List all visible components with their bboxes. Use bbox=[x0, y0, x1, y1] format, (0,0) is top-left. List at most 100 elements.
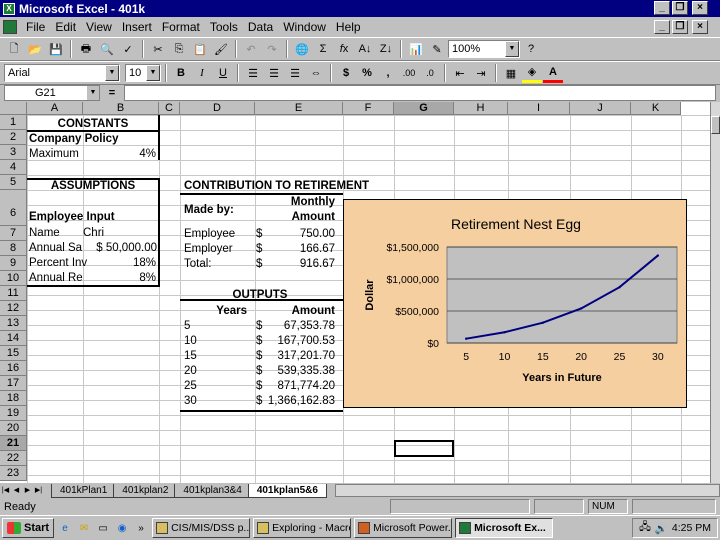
sheet-tab-4[interactable]: 401kplan5&6 bbox=[247, 483, 327, 498]
row-header-23[interactable]: 23 bbox=[0, 466, 27, 481]
formula-input[interactable] bbox=[124, 85, 716, 101]
internet-explorer-icon[interactable]: e bbox=[57, 520, 73, 536]
output-amount[interactable]: 871,774.20 bbox=[262, 379, 335, 393]
overflow-chevron-icon[interactable]: » bbox=[133, 520, 149, 536]
contrib-currency[interactable]: $ bbox=[256, 242, 262, 256]
desktop-icon[interactable]: ▭ bbox=[95, 520, 111, 536]
chevron-down-icon[interactable]: ▼ bbox=[105, 65, 119, 81]
contrib-label[interactable]: Employer bbox=[184, 242, 233, 256]
contrib-amount[interactable]: 750.00 bbox=[270, 227, 335, 241]
chevron-down-icon[interactable]: ▼ bbox=[87, 86, 99, 100]
start-button[interactable]: Start bbox=[2, 518, 55, 538]
contrib-currency[interactable]: $ bbox=[256, 227, 262, 241]
menu-window[interactable]: Window bbox=[278, 20, 331, 34]
cut-icon[interactable]: ✂ bbox=[148, 39, 168, 59]
function-icon[interactable]: fx bbox=[334, 39, 354, 59]
retirement-chart[interactable]: Retirement Nest Egg $0 $500,000 $1,000,000 $… bbox=[343, 199, 687, 408]
taskbar-button-cis[interactable]: CIS/MIS/DSS p... bbox=[152, 518, 251, 538]
row-header-8[interactable]: 8 bbox=[0, 241, 27, 256]
years-header[interactable]: Years bbox=[180, 304, 247, 318]
name-value[interactable]: Chri bbox=[83, 226, 104, 240]
column-header-i[interactable]: I bbox=[508, 102, 570, 115]
row-header-1[interactable]: 1 bbox=[0, 115, 27, 130]
row-header-12[interactable]: 12 bbox=[0, 301, 27, 316]
output-years[interactable]: 5 bbox=[184, 319, 190, 333]
align-left-icon[interactable]: ☰ bbox=[243, 63, 263, 83]
print-preview-icon[interactable]: 🔍 bbox=[97, 39, 117, 59]
workbook-icon[interactable] bbox=[3, 20, 17, 34]
menu-tools[interactable]: Tools bbox=[205, 20, 243, 34]
open-icon[interactable]: 📂 bbox=[25, 39, 45, 59]
select-all-corner[interactable] bbox=[0, 102, 27, 115]
volume-icon[interactable]: 🔊 bbox=[655, 522, 668, 535]
output-years[interactable]: 25 bbox=[184, 379, 197, 393]
maximum-label[interactable]: Maximum bbox=[29, 147, 79, 161]
next-sheet-icon[interactable]: ▶ bbox=[22, 484, 33, 497]
taskbar-button-excel[interactable]: Microsoft Ex... bbox=[455, 518, 554, 538]
name-box[interactable]: G21 ▼ bbox=[4, 85, 100, 101]
font-color-icon[interactable]: A bbox=[543, 63, 563, 83]
increase-indent-icon[interactable]: ⇥ bbox=[471, 63, 491, 83]
minimize-button[interactable]: _ bbox=[654, 1, 670, 15]
font-size-select[interactable]: 10 ▼ bbox=[125, 64, 161, 82]
sheet-tab-3[interactable]: 401kplan3&4 bbox=[174, 483, 251, 498]
column-header-f[interactable]: F bbox=[343, 102, 394, 115]
horizontal-scrollbar[interactable] bbox=[334, 484, 720, 497]
autosum-icon[interactable]: Σ bbox=[313, 39, 333, 59]
prev-sheet-icon[interactable]: ◀ bbox=[11, 484, 22, 497]
row-header-3[interactable]: 3 bbox=[0, 145, 27, 160]
column-header-b[interactable]: B bbox=[83, 102, 159, 115]
help-icon[interactable]: ? bbox=[521, 39, 541, 59]
copy-icon[interactable]: ⎘ bbox=[169, 39, 189, 59]
row-header-17[interactable]: 17 bbox=[0, 376, 27, 391]
company-policy-label[interactable]: Company Policy bbox=[29, 132, 118, 146]
underline-button[interactable]: U bbox=[213, 63, 233, 83]
excel-app-icon[interactable]: X bbox=[3, 2, 15, 15]
amount-header-1[interactable]: Amount bbox=[255, 210, 335, 224]
sheet-tab-1[interactable]: 401kPlan1 bbox=[51, 483, 117, 498]
chevron-down-icon[interactable]: ▼ bbox=[146, 65, 160, 81]
output-years[interactable]: 20 bbox=[184, 364, 197, 378]
row-header-5[interactable]: 5 bbox=[0, 175, 27, 190]
save-icon[interactable]: 💾 bbox=[46, 39, 66, 59]
worksheet-grid[interactable]: ABCDEFGHIJK 1 2 3 4 5 6 7 8 9 10 11 12 13 14 15 16 17 18 1… bbox=[0, 102, 710, 483]
doc-close-button[interactable]: × bbox=[692, 20, 708, 34]
vertical-scrollbar[interactable] bbox=[710, 102, 720, 483]
row-header-11[interactable]: 11 bbox=[0, 286, 27, 301]
output-amount[interactable]: 67,353.78 bbox=[262, 319, 335, 333]
row-header-16[interactable]: 16 bbox=[0, 361, 27, 376]
output-years[interactable]: 30 bbox=[184, 394, 197, 408]
menu-edit[interactable]: Edit bbox=[50, 20, 81, 34]
amount-header-2[interactable]: Amount bbox=[255, 304, 335, 318]
assumptions-header[interactable]: ASSUMPTIONS bbox=[27, 179, 159, 193]
contribution-header[interactable]: CONTRIBUTION TO RETIREMENT bbox=[184, 179, 369, 193]
outputs-header[interactable]: OUTPUTS bbox=[180, 288, 340, 302]
align-right-icon[interactable]: ☰ bbox=[285, 63, 305, 83]
menu-view[interactable]: View bbox=[81, 20, 117, 34]
row-header-7[interactable]: 7 bbox=[0, 226, 27, 241]
font-select[interactable]: Arial ▼ bbox=[4, 64, 120, 82]
percent-invested-value[interactable]: 18% bbox=[90, 256, 156, 270]
formula-equals[interactable]: = bbox=[104, 87, 120, 99]
monthly-header[interactable]: Monthly bbox=[255, 195, 335, 209]
print-icon[interactable]: 🖶 bbox=[76, 39, 96, 59]
new-icon[interactable]: 🗋 bbox=[4, 39, 24, 59]
made-by-label[interactable]: Made by: bbox=[184, 203, 234, 217]
annual-salary-value[interactable]: $ 50,000.00 bbox=[82, 241, 157, 255]
menu-data[interactable]: Data bbox=[243, 20, 278, 34]
doc-minimize-button[interactable]: _ bbox=[654, 20, 670, 34]
chart-wizard-icon[interactable]: 📊 bbox=[406, 39, 426, 59]
column-header-c[interactable]: C bbox=[159, 102, 180, 115]
contrib-currency[interactable]: $ bbox=[256, 257, 262, 271]
decrease-indent-icon[interactable]: ⇤ bbox=[450, 63, 470, 83]
contrib-label[interactable]: Total: bbox=[184, 257, 212, 271]
row-header-19[interactable]: 19 bbox=[0, 406, 27, 421]
row-header-20[interactable]: 20 bbox=[0, 421, 27, 436]
sheet-tab-2[interactable]: 401kplan2 bbox=[113, 483, 178, 498]
format-painter-icon[interactable]: 🖌 bbox=[211, 39, 231, 59]
name-label[interactable]: Name bbox=[29, 226, 60, 240]
row-header-9[interactable]: 9 bbox=[0, 256, 27, 271]
decrease-decimal-button[interactable]: .0 bbox=[420, 63, 440, 83]
output-years[interactable]: 15 bbox=[184, 349, 197, 363]
row-header-6[interactable]: 6 bbox=[0, 190, 27, 226]
